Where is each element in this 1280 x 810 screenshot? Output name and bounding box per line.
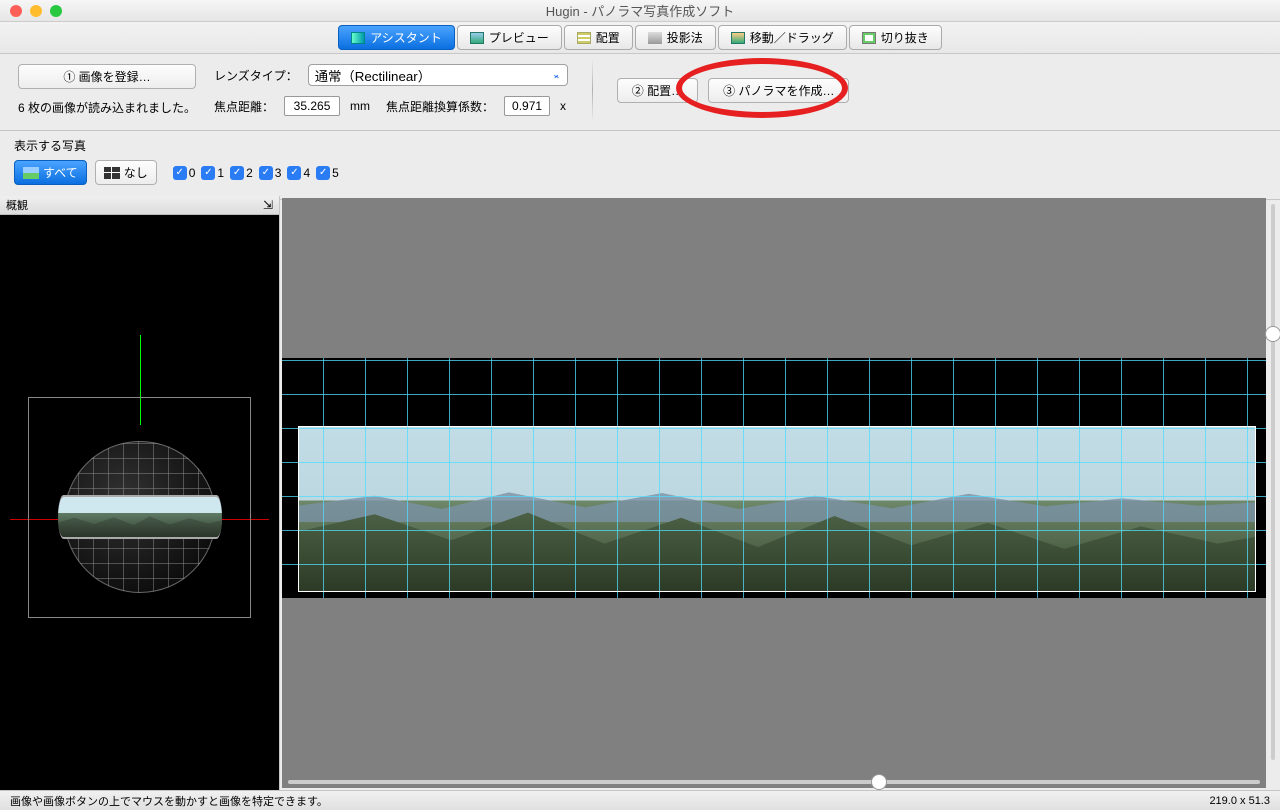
focal-length-input[interactable] bbox=[284, 96, 340, 116]
photo-checkbox-0[interactable]: ✓0 bbox=[173, 166, 196, 180]
chk-label: 2 bbox=[246, 166, 253, 180]
photo-checkbox-2[interactable]: ✓2 bbox=[230, 166, 253, 180]
checkbox-icon: ✓ bbox=[259, 166, 273, 180]
main-tabs: アシスタント プレビュー 配置 投影法 移動／ドラッグ 切り抜き bbox=[0, 22, 1280, 54]
tab-preview[interactable]: プレビュー bbox=[457, 25, 562, 50]
tab-label: 配置 bbox=[596, 29, 620, 46]
grid-icon bbox=[104, 167, 120, 179]
chk-label: 3 bbox=[275, 166, 282, 180]
workspace: 概観 ⇲ bbox=[0, 196, 1280, 790]
crop-factor-suffix: x bbox=[560, 99, 566, 113]
toolbar-separator bbox=[592, 58, 593, 122]
tab-projection[interactable]: 投影法 bbox=[635, 25, 716, 50]
thumbnail-icon bbox=[23, 167, 39, 179]
overview-header: 概観 ⇲ bbox=[0, 196, 279, 215]
overview-sphere bbox=[64, 441, 216, 593]
layout-icon bbox=[577, 32, 591, 44]
create-panorama-button[interactable]: ③ パノラマを作成… bbox=[708, 78, 849, 103]
checkbox-icon: ✓ bbox=[201, 166, 215, 180]
overview-panel: 概観 ⇲ bbox=[0, 196, 280, 790]
chk-label: 1 bbox=[217, 166, 224, 180]
status-hint: 画像や画像ボタンの上でマウスを動かすと画像を特定できます。 bbox=[10, 793, 328, 809]
horizontal-slider[interactable] bbox=[282, 772, 1266, 792]
crop-icon bbox=[862, 32, 876, 44]
photo-checkbox-3[interactable]: ✓3 bbox=[259, 166, 282, 180]
assistant-icon bbox=[351, 32, 365, 44]
slider-thumb[interactable] bbox=[1265, 326, 1280, 342]
chk-label: 4 bbox=[303, 166, 310, 180]
checkbox-icon: ✓ bbox=[287, 166, 301, 180]
slider-thumb[interactable] bbox=[871, 774, 887, 790]
preview-icon bbox=[470, 32, 484, 44]
assistant-toolbar: ① 画像を登録… 6 枚の画像が読み込まれました。 レンズタイプ： 通常（Rec… bbox=[0, 54, 1280, 131]
overview-canvas[interactable] bbox=[0, 215, 279, 790]
photos-section-label: 表示する写真 bbox=[0, 131, 1280, 156]
crop-outline bbox=[298, 426, 1256, 592]
move-icon bbox=[731, 32, 745, 44]
preview-panel bbox=[280, 196, 1280, 790]
status-bar: 画像や画像ボタンの上でマウスを動かすと画像を特定できます。 219.0 x 51… bbox=[0, 790, 1280, 810]
photos-all-button[interactable]: すべて bbox=[14, 160, 87, 185]
tab-label: アシスタント bbox=[370, 29, 442, 46]
checkbox-icon: ✓ bbox=[173, 166, 187, 180]
btn-label: なし bbox=[124, 164, 148, 181]
load-status-text: 6 枚の画像が読み込まれました。 bbox=[18, 99, 196, 116]
tab-move[interactable]: 移動／ドラッグ bbox=[718, 25, 847, 50]
chk-label: 0 bbox=[189, 166, 196, 180]
load-images-button[interactable]: ① 画像を登録… bbox=[18, 64, 196, 89]
lens-type-value: 通常（Rectilinear） bbox=[315, 69, 431, 84]
window-title: Hugin - パノラマ写真作成ソフト bbox=[0, 1, 1280, 20]
tab-layout[interactable]: 配置 bbox=[564, 25, 633, 50]
tab-label: 移動／ドラッグ bbox=[750, 29, 834, 46]
tab-crop[interactable]: 切り抜き bbox=[849, 25, 942, 50]
tab-label: 切り抜き bbox=[881, 29, 929, 46]
vertical-slider[interactable] bbox=[1266, 198, 1280, 766]
align-button[interactable]: ② 配置… bbox=[617, 78, 698, 103]
btn-label: すべて bbox=[43, 164, 78, 181]
photo-checkbox-5[interactable]: ✓5 bbox=[316, 166, 339, 180]
tab-label: 投影法 bbox=[667, 29, 703, 46]
crop-factor-input[interactable] bbox=[504, 96, 550, 116]
chk-label: 5 bbox=[332, 166, 339, 180]
checkbox-icon: ✓ bbox=[230, 166, 244, 180]
photos-none-button[interactable]: なし bbox=[95, 160, 157, 185]
status-coords: 219.0 x 51.3 bbox=[1209, 795, 1270, 807]
photo-checkbox-4[interactable]: ✓4 bbox=[287, 166, 310, 180]
sphere-panorama-band bbox=[58, 495, 222, 539]
projection-icon bbox=[648, 32, 662, 44]
focal-length-unit: mm bbox=[350, 99, 370, 113]
lens-type-select[interactable]: 通常（Rectilinear） bbox=[308, 64, 568, 86]
pin-icon[interactable]: ⇲ bbox=[263, 198, 273, 212]
photo-checkbox-1[interactable]: ✓1 bbox=[201, 166, 224, 180]
photo-checkboxes: ✓0 ✓1 ✓2 ✓3 ✓4 ✓5 bbox=[173, 166, 339, 180]
tab-label: プレビュー bbox=[489, 29, 549, 46]
crop-factor-label: 焦点距離換算係数： bbox=[386, 98, 494, 115]
titlebar: Hugin - パノラマ写真作成ソフト bbox=[0, 0, 1280, 22]
panorama-area bbox=[282, 358, 1266, 598]
tab-assistant[interactable]: アシスタント bbox=[338, 25, 455, 50]
checkbox-icon: ✓ bbox=[316, 166, 330, 180]
overview-title: 概観 bbox=[6, 197, 28, 213]
lens-type-label: レンズタイプ： bbox=[214, 67, 298, 84]
photo-toggle-row: すべて なし ✓0 ✓1 ✓2 ✓3 ✓4 ✓5 bbox=[0, 156, 1280, 200]
preview-canvas[interactable] bbox=[282, 198, 1266, 788]
focal-length-label: 焦点距離： bbox=[214, 98, 274, 115]
